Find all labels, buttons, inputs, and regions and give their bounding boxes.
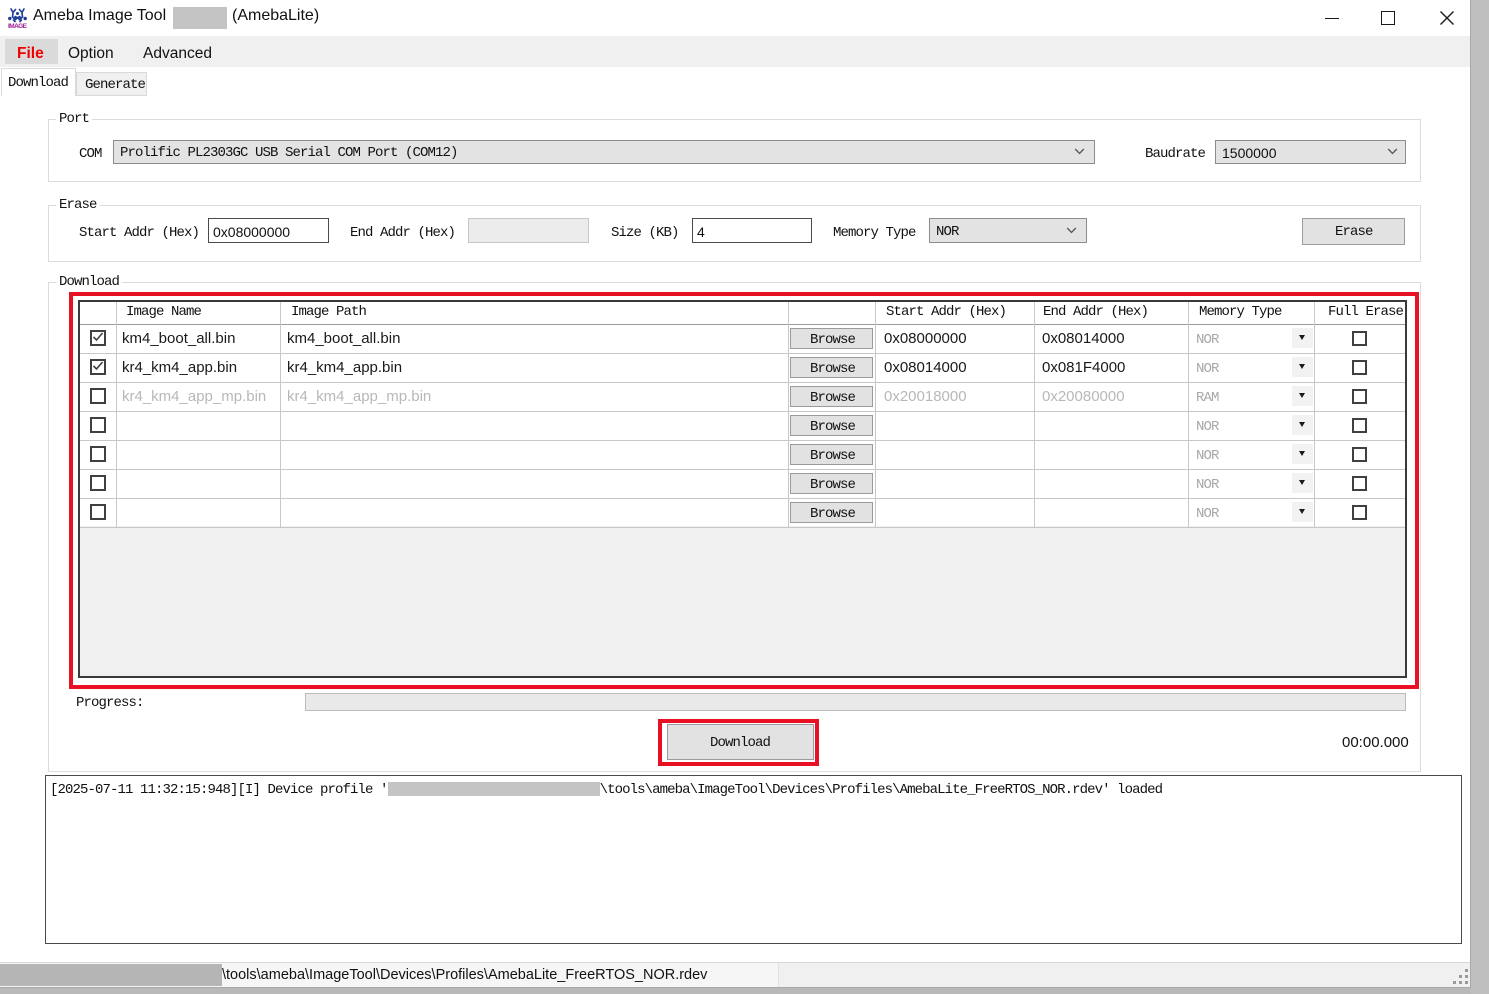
svg-text:IMAGE: IMAGE bbox=[8, 23, 28, 29]
